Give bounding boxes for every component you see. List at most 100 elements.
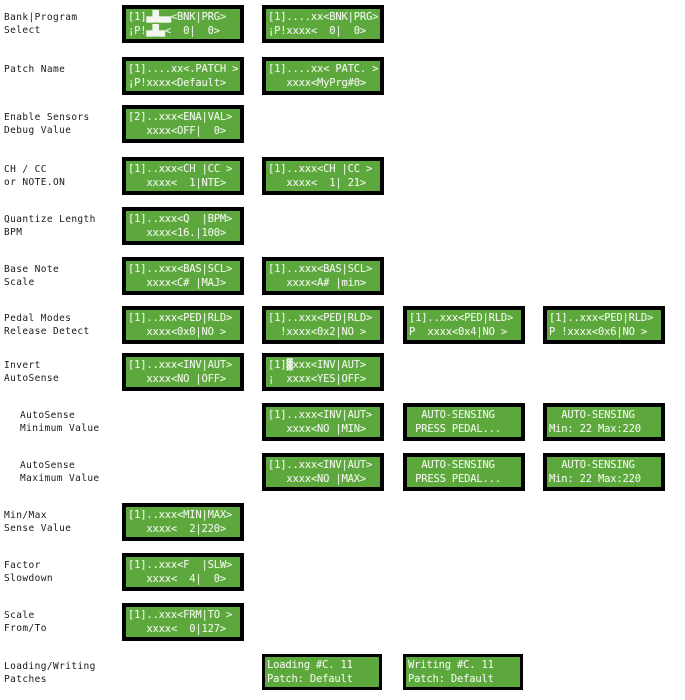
lcd-line-1: [1]..xxx<INV|AUT> (268, 459, 373, 471)
lcd-line-2: xxxx<16.|100> (128, 227, 226, 239)
row-label-line2: Patches (4, 674, 47, 685)
lcd-line-1: [1]..xxx<F |SLW> (128, 559, 233, 571)
lcd-line-2: xxxx< 1| 21> (268, 177, 366, 189)
row-label-line1: AutoSense (20, 410, 76, 421)
row-label-line2: Minimum Value (20, 423, 100, 434)
lcd-display-bank-program-select-1: [1]▄█▄▄<BNK|PRG> ¡P!▄█▄< 0| 0> (122, 5, 244, 43)
lcd-line-2: xxxx< 4| 0> (128, 573, 226, 585)
lcd-line-2: xxxx<OFF| 0> (128, 125, 226, 137)
row-label-enable-sensors-debug-value: Enable Sensors Debug Value (4, 111, 120, 137)
lcd-line-2: Patch: Default (408, 673, 494, 685)
row-label-line1: Bank|Program (4, 12, 78, 23)
lcd-display-base-note-scale-2: [1]..xxx<BAS|SCL> xxxx<A# |min> (262, 257, 384, 295)
row-label-patch-name: Patch Name (4, 63, 120, 76)
lcd-line-1: AUTO-SENSING (549, 409, 647, 421)
row-label-line2: From/To (4, 623, 47, 634)
lcd-line-2: xxxx<C# |MAJ> (128, 277, 226, 289)
lcd-line-2: xxxx<NO |OFF> (128, 373, 226, 385)
row-label-bank-program-select: Bank|Program Select (4, 11, 120, 37)
lcd-display-loading-writing-patches-2: Writing #C. 11 Patch: Default (403, 654, 523, 690)
row-label-line1: Quantize Length (4, 214, 96, 225)
lcd-line-2: !xxxx<0x2|NO > (268, 326, 366, 338)
lcd-line-2: xxxx<MyPrg#0> (268, 77, 366, 89)
lcd-display-autosense-minimum-value-1: [1]..xxx<INV|AUT> xxxx<NO |MIN> (262, 403, 384, 441)
lcd-display-patch-name-1: [1]....xx<.PATCH > ¡P!xxxx<Default> (122, 57, 244, 95)
row-label-line1: Patch Name (4, 64, 66, 75)
lcd-display-patch-name-2: [1]....xx< PATC. > xxxx<MyPrg#0> (262, 57, 384, 95)
row-label-line1: Factor (4, 560, 41, 571)
row-label-line2: or NOTE.ON (4, 177, 66, 188)
lcd-display-enable-sensors-debug-value-1: [2]..xxx<ENA|VAL> xxxx<OFF| 0> (122, 105, 244, 143)
lcd-line-1: [1]▓xxx<INV|AUT> (268, 359, 366, 371)
lcd-line-2: xxxx<0x0|NO > (128, 326, 226, 338)
lcd-line-2: ¡ xxxx<YES|OFF> (268, 373, 366, 385)
lcd-display-ch-cc-or-note-on-2: [1]..xxx<CH |CC > xxxx< 1| 21> (262, 157, 384, 195)
lcd-line-1: [1]..xxx<BAS|SCL> (128, 263, 233, 275)
lcd-line-1: [1]....xx< PATC. > (268, 63, 379, 75)
lcd-display-invert-autosense-1: [1]..xxx<INV|AUT> xxxx<NO |OFF> (122, 353, 244, 391)
row-label-line2: AutoSense (4, 373, 60, 384)
lcd-line-1: [1]....xx<.PATCH > (128, 63, 239, 75)
row-label-line2: Slowdown (4, 573, 53, 584)
row-label-invert-autosense: Invert AutoSense (4, 359, 120, 385)
row-label-line1: Invert (4, 360, 41, 371)
lcd-line-1: [1]..xxx<INV|AUT> (268, 409, 373, 421)
row-label-line2: BPM (4, 227, 23, 238)
lcd-reference-sheet: Bank|Program Select [1]▄█▄▄<BNK|PRG> ¡P!▄█▄… (0, 0, 685, 700)
row-label-line1: Enable Sensors (4, 112, 90, 123)
lcd-line-2: ¡P!xxxx< 0| 0> (268, 25, 366, 37)
row-label-line1: Min/Max (4, 510, 47, 521)
lcd-display-invert-autosense-2: [1]▓xxx<INV|AUT> ¡ xxxx<YES|OFF> (262, 353, 384, 391)
lcd-line-2: xxxx<NO |MIN> (268, 423, 366, 435)
lcd-line-1: [1]..xxx<PED|RLD> (128, 312, 233, 324)
lcd-line-2: P xxxx<0x4|NO > (409, 326, 507, 338)
row-label-line1: CH / CC (4, 164, 47, 175)
row-label-line2: Debug Value (4, 125, 72, 136)
lcd-line-1: [1]....xx<BNK|PRG> (268, 11, 379, 23)
row-label-line2: Maximum Value (20, 473, 100, 484)
lcd-line-1: [1]..xxx<PED|RLD> (549, 312, 654, 324)
row-label-line1: Base Note (4, 264, 60, 275)
lcd-display-pedal-modes-release-detect-4: [1]..xxx<PED|RLD> P !xxxx<0x6|NO > (543, 306, 665, 344)
row-label-scale-from-to: Scale From/To (4, 609, 120, 635)
lcd-line-2: P !xxxx<0x6|NO > (549, 326, 647, 338)
row-label-ch-cc-or-note-on: CH / CC or NOTE.ON (4, 163, 120, 189)
row-label-base-note-scale: Base Note Scale (4, 263, 120, 289)
lcd-line-2: Patch: Default (267, 673, 353, 685)
row-label-line1: Pedal Modes (4, 313, 72, 324)
lcd-display-autosense-maximum-value-1: [1]..xxx<INV|AUT> xxxx<NO |MAX> (262, 453, 384, 491)
lcd-line-1: AUTO-SENSING (409, 409, 507, 421)
lcd-line-1: [1]..xxx<CH |CC > (128, 163, 233, 175)
lcd-line-2: ¡P!▄█▄< 0| 0> (128, 25, 220, 37)
lcd-line-1: [1]..xxx<FRM|TO > (128, 609, 233, 621)
lcd-display-base-note-scale-1: [1]..xxx<BAS|SCL> xxxx<C# |MAJ> (122, 257, 244, 295)
lcd-line-1: [2]..xxx<ENA|VAL> (128, 111, 233, 123)
lcd-line-2: xxxx<A# |min> (268, 277, 366, 289)
row-label-line1: AutoSense (20, 460, 76, 471)
lcd-line-2: Min: 22 Max:220 (549, 473, 641, 485)
lcd-display-autosense-minimum-value-2: AUTO-SENSING PRESS PEDAL... (403, 403, 525, 441)
lcd-line-1: [1]..xxx<PED|RLD> (268, 312, 373, 324)
row-label-line2: Sense Value (4, 523, 72, 534)
lcd-display-autosense-maximum-value-2: AUTO-SENSING PRESS PEDAL... (403, 453, 525, 491)
lcd-line-1: [1]..xxx<CH |CC > (268, 163, 373, 175)
lcd-display-bank-program-select-2: [1]....xx<BNK|PRG> ¡P!xxxx< 0| 0> (262, 5, 384, 43)
lcd-line-2: xxxx< 1|NTE> (128, 177, 226, 189)
lcd-display-ch-cc-or-note-on-1: [1]..xxx<CH |CC > xxxx< 1|NTE> (122, 157, 244, 195)
row-label-loading-writing-patches: Loading/Writing Patches (4, 660, 120, 686)
lcd-line-1: Loading #C. 11 (267, 659, 353, 671)
lcd-display-loading-writing-patches-1: Loading #C. 11 Patch: Default (262, 654, 382, 690)
row-label-quantize-length-bpm: Quantize Length BPM (4, 213, 120, 239)
row-label-line2: Scale (4, 277, 35, 288)
lcd-display-min-max-sense-value-1: [1]..xxx<MIN|MAX> xxxx< 2|220> (122, 503, 244, 541)
lcd-display-quantize-length-bpm-1: [1]..xxx<Q |BPM> xxxx<16.|100> (122, 207, 244, 245)
row-label-line1: Loading/Writing (4, 661, 96, 672)
lcd-line-1: [1]▄█▄▄<BNK|PRG> (128, 11, 226, 23)
lcd-line-2: PRESS PEDAL... (409, 473, 507, 485)
row-label-pedal-modes-release-detect: Pedal Modes Release Detect (4, 312, 120, 338)
row-label-line2: Select (4, 25, 41, 36)
lcd-line-2: Min: 22 Max:220 (549, 423, 641, 435)
row-label-factor-slowdown: Factor Slowdown (4, 559, 120, 585)
lcd-line-1: [1]..xxx<MIN|MAX> (128, 509, 233, 521)
lcd-display-autosense-maximum-value-3: AUTO-SENSING Min: 22 Max:220 (543, 453, 665, 491)
